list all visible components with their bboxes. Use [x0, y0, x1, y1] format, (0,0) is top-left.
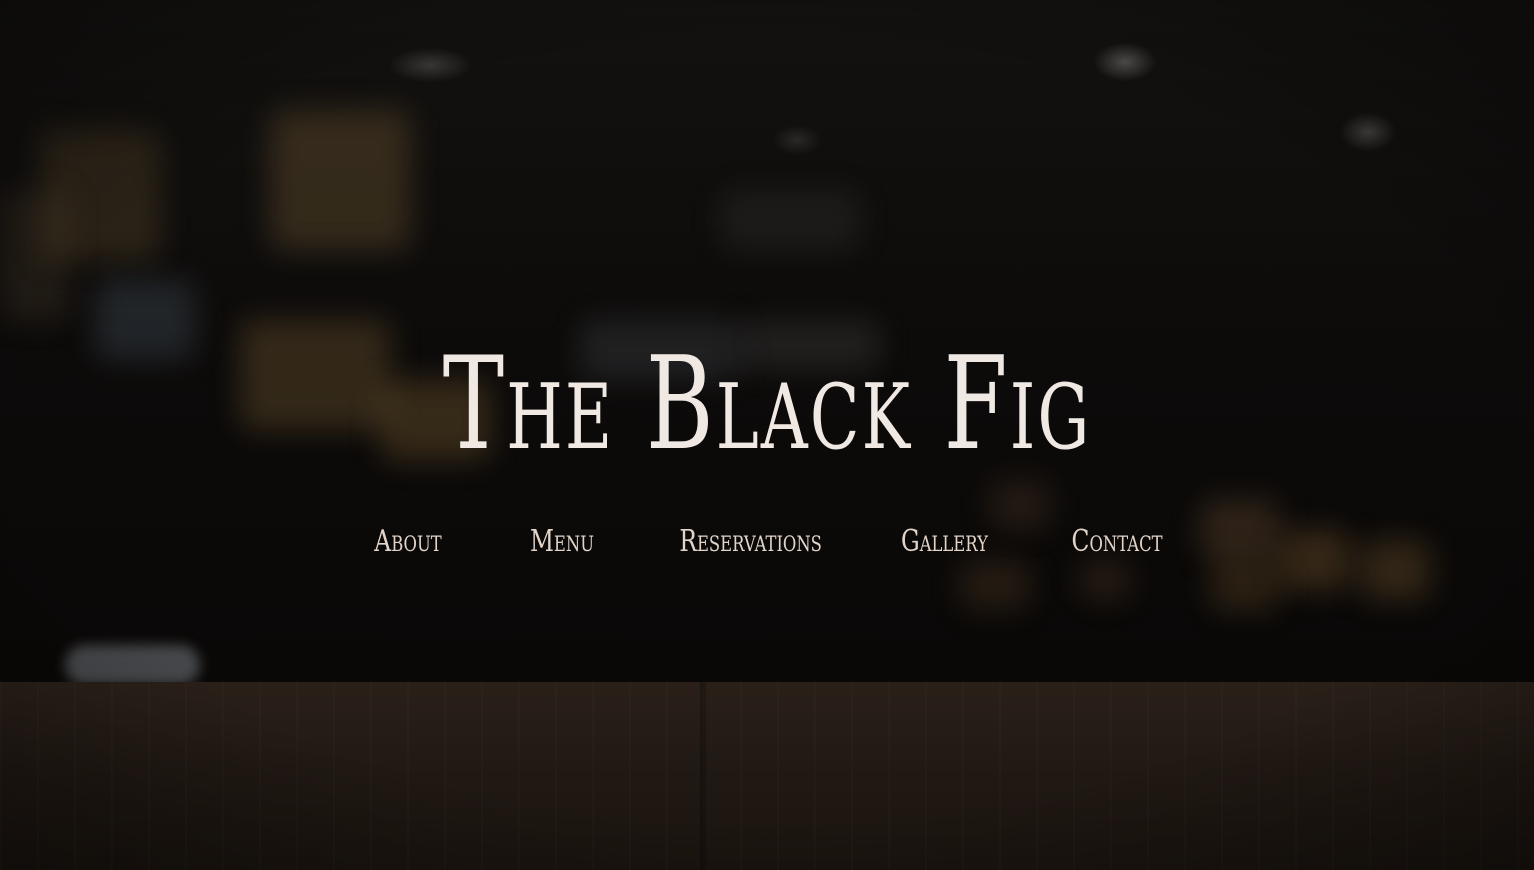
main-nav: About Menu Reservations Gallery Contact	[0, 522, 1534, 564]
background-bokeh	[95, 280, 195, 360]
site-title: The Black Fig	[442, 330, 1092, 479]
background-bokeh	[720, 190, 860, 250]
nav-link-about[interactable]: About	[371, 522, 446, 562]
background-bokeh	[1210, 560, 1280, 610]
background-bokeh	[1080, 560, 1130, 600]
wooden-table-surface	[0, 682, 1534, 870]
nav-link-gallery[interactable]: Gallery	[901, 522, 988, 562]
background-bokeh	[270, 110, 410, 250]
nav-link-contact[interactable]: Contact	[1072, 522, 1163, 562]
background-bokeh	[65, 645, 200, 685]
background-bokeh	[0, 190, 70, 320]
background-bokeh	[960, 560, 1030, 610]
nav-link-menu[interactable]: Menu	[525, 522, 598, 562]
hero-section: The Black Fig About Menu Reservations Ga…	[0, 0, 1534, 870]
nav-link-reservations[interactable]: Reservations	[679, 522, 822, 562]
